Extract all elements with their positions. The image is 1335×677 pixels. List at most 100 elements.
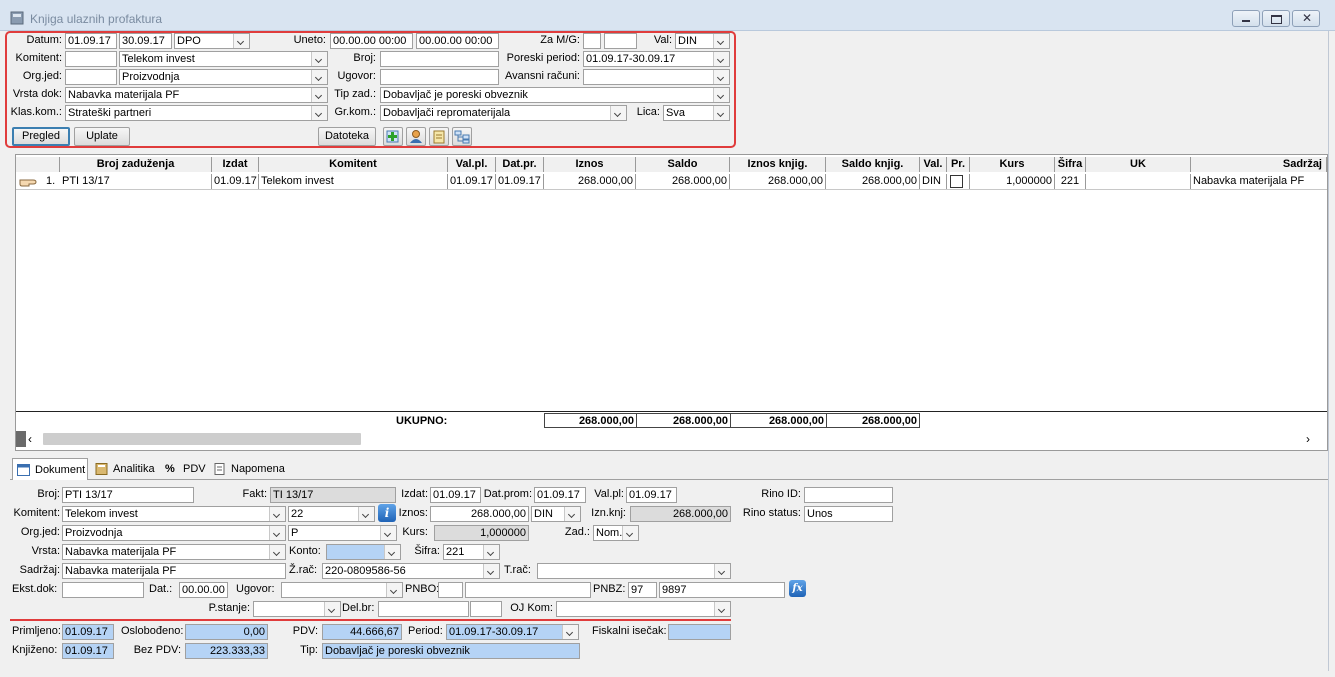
cell-uk[interactable] bbox=[1086, 174, 1191, 189]
cell-iznos[interactable]: 268.000,00 bbox=[544, 174, 636, 189]
form-konto-select[interactable] bbox=[326, 544, 401, 560]
col-header-sadrzaj[interactable]: Sadržaj bbox=[1191, 157, 1327, 172]
cell-broj[interactable]: PTI 13/17 bbox=[60, 174, 212, 189]
knjizeno-value[interactable]: 01.09.17 bbox=[62, 643, 114, 659]
form-broj-input[interactable]: PTI 13/17 bbox=[62, 487, 194, 503]
form-datprom-input[interactable]: 01.09.17 bbox=[534, 487, 586, 503]
tip-zad-select[interactable]: Dobavljač je poreski obveznik bbox=[380, 87, 730, 103]
datoteka-button[interactable]: Datoteka bbox=[318, 127, 376, 146]
orgjed-select[interactable]: Proizvodnja bbox=[119, 69, 328, 85]
add-record-button[interactable] bbox=[383, 127, 403, 146]
col-header-broj[interactable]: Broj zaduženja bbox=[60, 157, 212, 172]
zamg-year-input[interactable] bbox=[604, 33, 637, 49]
user-button[interactable] bbox=[406, 127, 426, 146]
col-header-saldo-knjig[interactable]: Saldo knjig. bbox=[826, 157, 920, 172]
klas-kom-select[interactable]: Strateški partneri bbox=[65, 105, 328, 121]
form-ekstdok-input[interactable] bbox=[62, 582, 144, 598]
form-vrsta-select[interactable]: Nabavka materijala PF bbox=[62, 544, 286, 560]
col-header-val[interactable]: Val. bbox=[920, 157, 947, 172]
col-header-uk[interactable]: UK bbox=[1086, 157, 1191, 172]
pr-checkbox[interactable] bbox=[950, 175, 963, 188]
form-komitent-code-select[interactable]: 22 bbox=[288, 506, 375, 522]
fiskalni-value[interactable] bbox=[668, 624, 731, 640]
form-delbr-extra-input[interactable] bbox=[470, 601, 502, 617]
col-header-valpl[interactable]: Val.pl. bbox=[448, 157, 496, 172]
datum-type-select[interactable]: DPO bbox=[174, 33, 250, 49]
period-select[interactable]: 01.09.17-30.09.17 bbox=[446, 624, 579, 640]
cell-datpr[interactable]: 01.09.17 bbox=[496, 174, 544, 189]
tree-view-button[interactable] bbox=[452, 127, 472, 146]
bezpdv-value[interactable]: 223.333,33 bbox=[185, 643, 268, 659]
cell-kurs[interactable]: 1,000000 bbox=[970, 174, 1055, 189]
form-pnbo-model-input[interactable] bbox=[438, 582, 463, 598]
form-rinostatus-input[interactable]: Unos bbox=[804, 506, 893, 522]
poreski-period-select[interactable]: 01.09.17-30.09.17 bbox=[583, 51, 730, 67]
info-icon[interactable]: i bbox=[378, 504, 396, 522]
cell-valpl[interactable]: 01.09.17 bbox=[448, 174, 496, 189]
cell-pr[interactable] bbox=[947, 174, 970, 189]
form-orgjed-select[interactable]: Proizvodnja bbox=[62, 525, 286, 541]
form-trac-select[interactable] bbox=[537, 563, 731, 579]
tab-analitika[interactable]: Analitika bbox=[91, 458, 159, 480]
col-header-datpr[interactable]: Dat.pr. bbox=[496, 157, 544, 172]
tab-pdv[interactable]: % PDV bbox=[161, 458, 207, 480]
datum-to-input[interactable]: 30.09.17 bbox=[119, 33, 172, 49]
form-zrac-select[interactable]: 220-0809586-56 bbox=[322, 563, 500, 579]
minimize-button[interactable] bbox=[1232, 10, 1260, 27]
zamg-month-input[interactable] bbox=[583, 33, 601, 49]
gr-kom-select[interactable]: Dobavljači repromaterijala bbox=[380, 105, 627, 121]
ugovor-input[interactable] bbox=[380, 69, 499, 85]
lica-select[interactable]: Sva bbox=[663, 105, 730, 121]
tip-value[interactable]: Dobavljač je poreski obveznik bbox=[322, 643, 580, 659]
form-rinoid-input[interactable] bbox=[804, 487, 893, 503]
cell-saldo-knjig[interactable]: 268.000,00 bbox=[826, 174, 920, 189]
pdv-value[interactable]: 44.666,67 bbox=[322, 624, 402, 640]
form-iznos-input[interactable]: 268.000,00 bbox=[430, 506, 529, 522]
form-iznknj-input[interactable]: 268.000,00 bbox=[630, 506, 731, 522]
form-komitent-select[interactable]: Telekom invest bbox=[62, 506, 286, 522]
horizontal-scroll-thumb[interactable] bbox=[43, 433, 361, 445]
form-ojkom-select[interactable] bbox=[556, 601, 731, 617]
col-header-pr[interactable]: Pr. bbox=[947, 157, 970, 172]
col-header-sifra[interactable]: Šifra bbox=[1055, 157, 1086, 172]
avansni-select[interactable] bbox=[583, 69, 730, 85]
tab-dokument[interactable]: Dokument bbox=[12, 458, 88, 480]
col-header-kurs[interactable]: Kurs bbox=[970, 157, 1055, 172]
form-zad-select[interactable]: Nom. bbox=[593, 525, 639, 541]
form-ugovor-select[interactable] bbox=[281, 582, 403, 598]
form-fakt-input[interactable]: TI 13/17 bbox=[270, 487, 396, 503]
cell-komitent[interactable]: Telekom invest bbox=[259, 174, 448, 189]
form-valpl-input[interactable]: 01.09.17 bbox=[626, 487, 677, 503]
col-header-saldo[interactable]: Saldo bbox=[636, 157, 730, 172]
form-orgjed-p-select[interactable]: P bbox=[288, 525, 397, 541]
maximize-button[interactable] bbox=[1262, 10, 1290, 27]
cell-iznos-knjig[interactable]: 268.000,00 bbox=[730, 174, 826, 189]
form-pnbz-model-input[interactable]: 97 bbox=[628, 582, 657, 598]
broj-input[interactable] bbox=[380, 51, 499, 67]
cell-sifra[interactable]: 221 bbox=[1055, 174, 1086, 189]
cell-val[interactable]: DIN bbox=[920, 174, 947, 189]
uneto-from-input[interactable]: 00.00.00 00:00 bbox=[330, 33, 413, 49]
scroll-left-icon[interactable]: ‹ bbox=[28, 432, 40, 446]
komitent-code-input[interactable] bbox=[65, 51, 117, 67]
form-delbr-input[interactable] bbox=[378, 601, 469, 617]
uplate-button[interactable]: Uplate bbox=[74, 127, 130, 146]
uneto-to-input[interactable]: 00.00.00 00:00 bbox=[416, 33, 499, 49]
val-select[interactable]: DIN bbox=[675, 33, 730, 49]
form-izdat-input[interactable]: 01.09.17 bbox=[430, 487, 481, 503]
vrsta-dok-select[interactable]: Nabavka materijala PF bbox=[65, 87, 328, 103]
col-header-iznos-knjig[interactable]: Iznos knjig. bbox=[730, 157, 826, 172]
window-titlebar[interactable] bbox=[0, 0, 1335, 31]
col-header-izdat[interactable]: Izdat bbox=[212, 157, 259, 172]
function-icon[interactable]: fx bbox=[789, 580, 806, 597]
col-header-iznos[interactable]: Iznos bbox=[544, 157, 636, 172]
col-header-komitent[interactable]: Komitent bbox=[259, 157, 448, 172]
form-pnbo-number-input[interactable] bbox=[465, 582, 591, 598]
form-pstanje-select[interactable] bbox=[253, 601, 341, 617]
oslobodjeno-value[interactable]: 0,00 bbox=[185, 624, 268, 640]
cell-izdat[interactable]: 01.09.17 bbox=[212, 174, 259, 189]
cell-sadrzaj[interactable]: Nabavka materijala PF bbox=[1191, 174, 1327, 189]
pregled-button[interactable]: Pregled bbox=[12, 127, 70, 146]
primljeno-value[interactable]: 01.09.17 bbox=[62, 624, 114, 640]
documents-grid[interactable]: Broj zaduženja Izdat Komitent Val.pl. Da… bbox=[15, 154, 1328, 451]
